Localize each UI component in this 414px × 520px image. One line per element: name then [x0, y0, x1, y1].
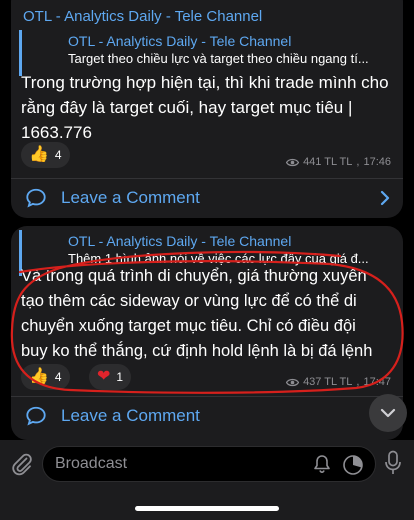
bell-icon[interactable]: [312, 454, 332, 474]
input-bar: [0, 440, 414, 520]
reply-title: OTL - Analytics Daily - Tele Channel: [68, 33, 292, 49]
chevron-down-icon: [380, 408, 396, 418]
message-bubble[interactable]: OTL - Analytics Daily - Tele Channel OTL…: [11, 0, 403, 218]
message-text: Và trong quá trình di chuyển, giá thường…: [21, 264, 391, 364]
message-line: Trong trường hợp hiện tại, thì khi trade…: [21, 73, 389, 92]
comment-bubble-icon: [26, 188, 46, 208]
microphone-icon[interactable]: [384, 450, 402, 476]
message-line: buy ko thể thắng, cứ định hold lệnh là b…: [21, 342, 373, 360]
eye-icon: [286, 158, 300, 166]
message-bubble[interactable]: OTL - Analytics Daily - Tele Channel Thê…: [11, 226, 403, 440]
thumbs-up-icon: 👍: [29, 146, 49, 163]
reply-title: OTL - Analytics Daily - Tele Channel: [68, 233, 292, 249]
message-text: Trong trường hợp hiện tại, thì khi trade…: [21, 70, 391, 145]
message-line: chuyển xuống target mục tiêu. Chỉ có điề…: [21, 317, 356, 335]
message-line: Và trong quá trình di chuyển, giá thường…: [21, 267, 367, 285]
channel-name[interactable]: OTL - Analytics Daily - Tele Channel: [23, 8, 262, 25]
message-time: 17:47: [363, 376, 391, 388]
reaction-heart[interactable]: ❤ 1: [89, 364, 132, 390]
leave-comment-button[interactable]: Leave a Comment: [11, 396, 403, 436]
message-time: 17:46: [363, 156, 391, 168]
view-count: 437 TL TL: [303, 376, 353, 388]
timer-icon[interactable]: [342, 454, 364, 476]
reply-text: Target theo chiều lực và target theo chi…: [68, 51, 369, 66]
leave-comment-label: Leave a Comment: [61, 406, 200, 425]
message-meta: 437 TL TL, 17:47: [286, 376, 391, 388]
message-meta: 441 TL TL, 17:46: [286, 156, 391, 168]
reaction-count: 4: [54, 370, 62, 384]
chevron-right-icon: [380, 190, 390, 206]
view-count: 441 TL TL: [303, 156, 353, 168]
thumbs-up-icon: 👍: [29, 368, 49, 385]
scroll-down-button[interactable]: [369, 394, 407, 432]
reaction-thumbs-up[interactable]: 👍 4: [21, 364, 70, 390]
home-indicator: [135, 506, 279, 511]
comment-bubble-icon: [26, 406, 46, 426]
paperclip-icon[interactable]: [10, 452, 34, 476]
eye-icon: [286, 378, 300, 386]
reaction-thumbs-up[interactable]: 👍 4: [21, 142, 70, 168]
leave-comment-button[interactable]: Leave a Comment: [11, 178, 403, 218]
message-line: tạo thêm các sideway or vùng lực để có t…: [21, 292, 357, 310]
reaction-count: 1: [116, 370, 124, 384]
heart-icon: ❤: [97, 368, 111, 385]
reaction-count: 4: [54, 148, 62, 162]
message-line: rằng đây là target cuối, hay target mục …: [21, 98, 353, 117]
message-line: 1663.776: [21, 123, 92, 142]
leave-comment-label: Leave a Comment: [61, 188, 200, 207]
